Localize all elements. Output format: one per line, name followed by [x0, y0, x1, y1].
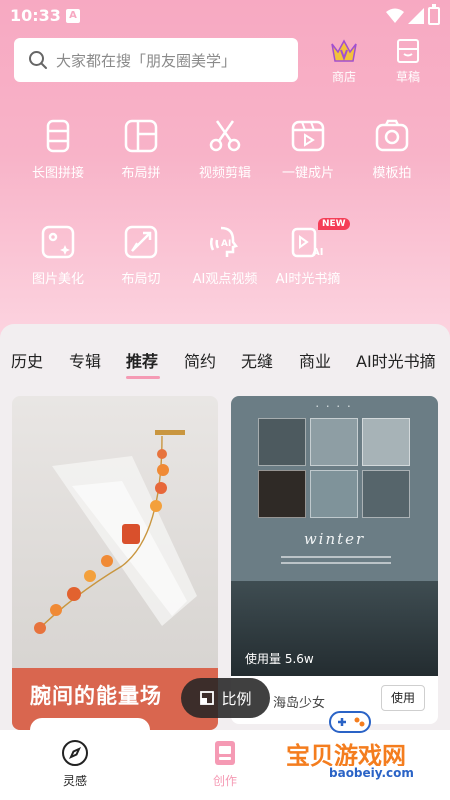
search-bar[interactable]: 大家都在搜「朋友圈美学」 — [14, 38, 298, 82]
tool-one-click-video[interactable]: 一键成片 — [268, 118, 348, 181]
usage-count: 使用量 5.6w — [245, 652, 314, 666]
active-tab-indicator — [126, 376, 160, 379]
status-bar: 10:33 A — [0, 0, 450, 32]
tool-label: 布局切 — [121, 272, 161, 287]
tool-label: 图片美化 — [31, 272, 84, 287]
template-card-left[interactable]: 腕间的能量场 — [12, 396, 218, 730]
shop-label: 商店 — [331, 70, 356, 84]
draft-box-icon — [397, 39, 419, 63]
tab-seamless[interactable]: 无缝 — [241, 348, 273, 372]
wifi-icon — [386, 8, 404, 23]
winter-poster-image: • • • • winter 使用量 5.6w — [231, 396, 438, 676]
bracelet-image — [34, 430, 197, 634]
photo-beautify-icon — [41, 225, 75, 259]
search-icon — [29, 51, 47, 69]
poster-photo — [310, 470, 358, 518]
poster-photo — [258, 470, 306, 518]
ratio-button[interactable]: 比例 — [181, 678, 270, 718]
signal-icon — [408, 8, 424, 24]
poster-photo — [362, 418, 410, 466]
one-click-video-icon — [291, 120, 325, 152]
svg-text:AI: AI — [221, 239, 231, 249]
scissors-icon — [209, 120, 241, 152]
draft-label: 草稿 — [395, 70, 420, 84]
tool-label: 布局拼 — [121, 166, 161, 181]
nav-create[interactable]: 创作 — [195, 738, 255, 789]
create-icon — [215, 741, 235, 765]
ratio-icon — [200, 691, 215, 705]
nav-create-label: 创作 — [212, 774, 237, 788]
tool-label: 一键成片 — [281, 166, 334, 181]
tool-label: 模板拍 — [372, 166, 412, 181]
tool-label: 长图拼接 — [31, 166, 84, 181]
compass-icon — [62, 740, 88, 766]
search-placeholder: 大家都在搜「朋友圈美学」 — [56, 51, 237, 70]
template-card-right[interactable]: • • • • winter 使用量 5.6w 海岛少女 使用 — [231, 396, 438, 724]
tool-long-image-stitch[interactable]: 长图拼接 — [18, 118, 98, 181]
poster-header-dots: • • • • — [315, 404, 354, 410]
shop-button[interactable]: 商店 — [318, 36, 370, 85]
layout-collage-icon — [124, 119, 158, 153]
poster-photo — [310, 418, 358, 466]
card-caption: 腕间的能量场 — [30, 684, 162, 708]
tool-ai-book-excerpt[interactable]: AI NEW AI时光书摘 — [268, 218, 350, 287]
status-time: 10:33 — [10, 6, 61, 25]
tool-video-edit[interactable]: 视频剪辑 — [185, 118, 265, 181]
poster-winter-text: winter — [303, 530, 366, 548]
tab-business[interactable]: 商业 — [299, 348, 331, 372]
caption-pill — [30, 718, 150, 730]
crown-icon — [331, 39, 357, 62]
battery-icon — [428, 4, 440, 25]
poster-photo — [258, 418, 306, 466]
tool-photo-beautify[interactable]: 图片美化 — [18, 224, 98, 287]
tab-history[interactable]: 历史 — [11, 348, 43, 372]
tab-minimal[interactable]: 简约 — [184, 348, 216, 372]
svg-text:AI: AI — [312, 247, 323, 258]
watermark: 宝贝游戏网 baobeiy.com — [268, 704, 450, 800]
tab-ai-book-excerpt[interactable]: AI时光书摘 — [356, 348, 436, 372]
draft-button[interactable]: 草稿 — [382, 36, 434, 85]
tool-ai-viewpoint-video[interactable]: AI AI观点视频 — [185, 224, 265, 287]
tool-layout-cut[interactable]: 布局切 — [101, 224, 181, 287]
tab-recommend[interactable]: 推荐 — [126, 348, 158, 372]
nav-inspire[interactable]: 灵感 — [45, 738, 105, 789]
tool-layout-collage[interactable]: 布局拼 — [101, 118, 181, 181]
tool-label: AI观点视频 — [192, 272, 258, 287]
category-tabs: 历史 专辑 推荐 简约 无缝 商业 AI时光书摘 — [0, 348, 450, 388]
poster-photo — [362, 470, 410, 518]
tool-label: AI时光书摘 — [275, 272, 341, 287]
new-badge: NEW — [318, 218, 350, 230]
long-image-stitch-icon — [46, 119, 70, 153]
nav-inspire-label: 灵感 — [62, 774, 87, 788]
layout-cut-icon — [124, 225, 158, 259]
tool-template-shoot[interactable]: 模板拍 — [352, 118, 432, 181]
notification-a-icon: A — [66, 9, 80, 23]
watermark-url: baobeiy.com — [326, 766, 417, 780]
tool-label: 视频剪辑 — [198, 166, 251, 181]
ratio-label: 比例 — [221, 689, 252, 708]
ai-viewpoint-video-icon: AI — [209, 226, 239, 257]
camera-icon — [375, 119, 409, 152]
poster-text-lines — [281, 556, 391, 568]
gamepad-logo-icon — [329, 711, 371, 733]
tab-album[interactable]: 专辑 — [69, 348, 101, 372]
